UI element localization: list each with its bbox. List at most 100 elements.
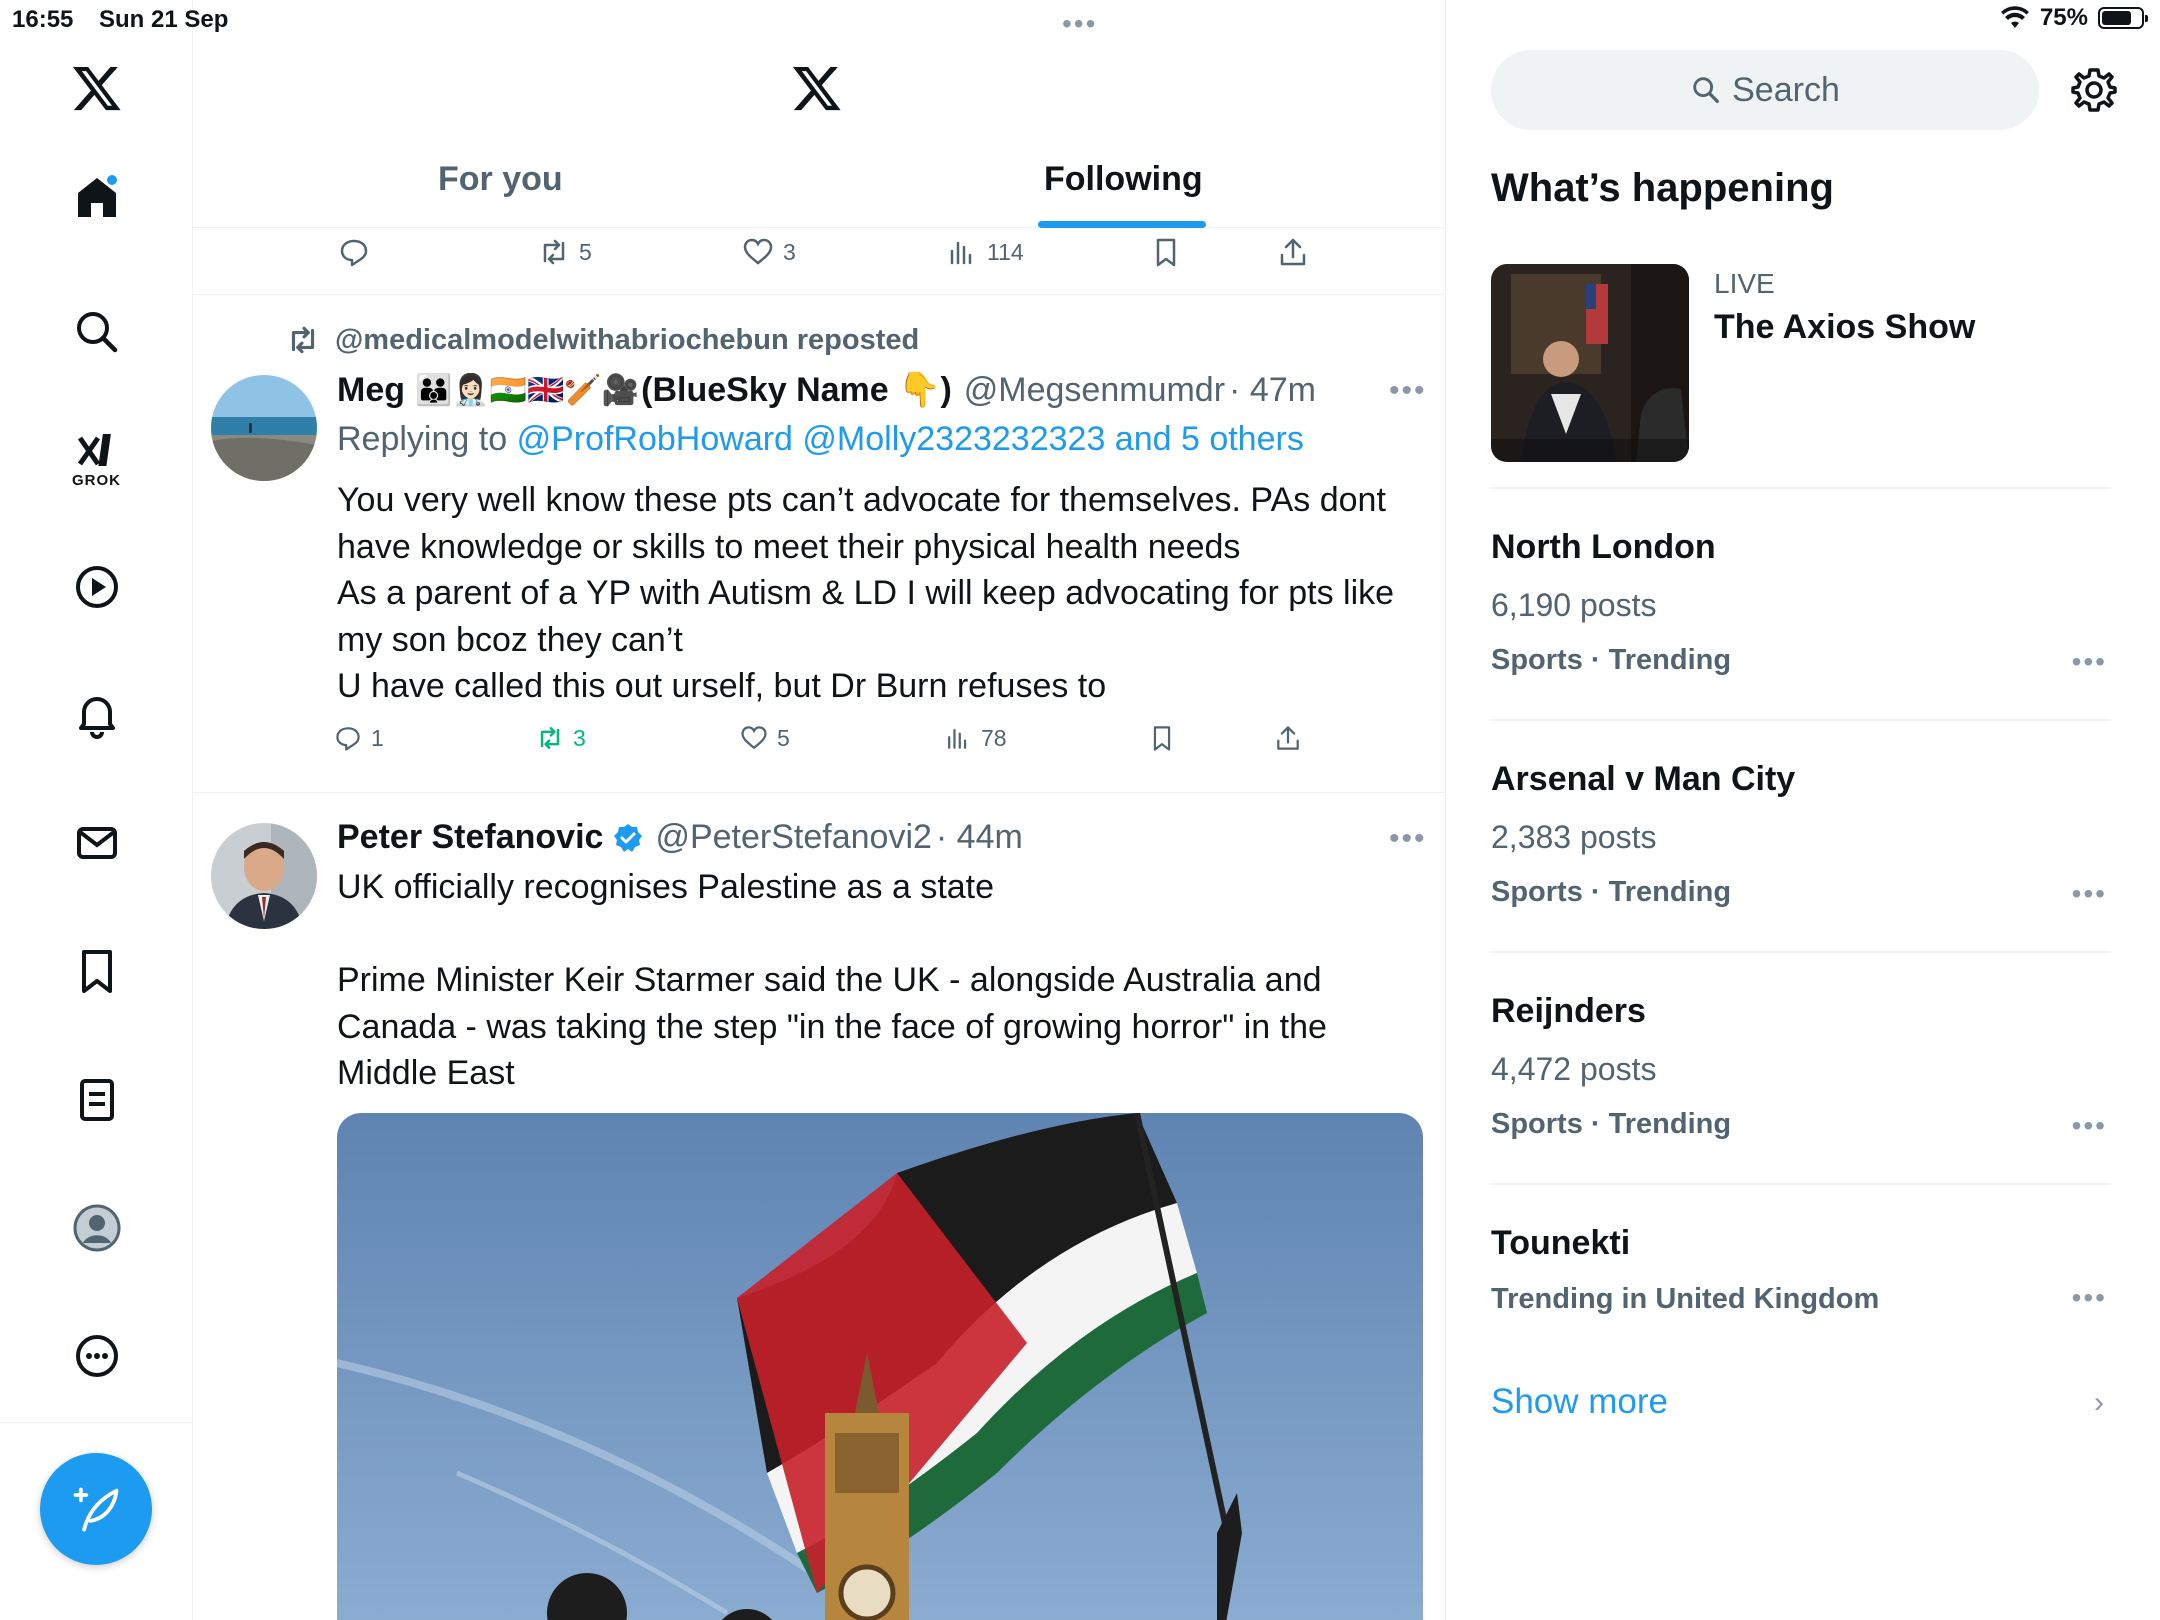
like-count: 3: [783, 238, 796, 265]
timeline: 5 3 114 @medicalmodelwithabriochebun rep…: [193, 0, 1446, 1620]
search-input[interactable]: Search: [1491, 50, 2039, 130]
live-video-thumbnail-image: [1491, 264, 1689, 462]
bookmark-button[interactable]: [1147, 723, 1177, 753]
search-icon: [76, 312, 117, 353]
status-right: 75%: [2000, 4, 2148, 32]
post-more-button[interactable]: •••: [1389, 822, 1427, 856]
nav-lists[interactable]: [0, 1075, 193, 1125]
left-navigation: GROK: [0, 0, 193, 1620]
post-line: You very well know these pts can’t advoc…: [337, 481, 1386, 519]
bookmark-icon: [1153, 726, 1171, 751]
bookmark-icon: [1156, 238, 1176, 267]
trend-title: Arsenal v Man City: [1491, 760, 1796, 798]
post-line: Middle East: [337, 1054, 515, 1092]
more-icon: [75, 1335, 118, 1377]
sidebar-divider: [1491, 1183, 2111, 1185]
repost-icon: [543, 239, 565, 265]
show-more-link[interactable]: Show more: [1491, 1382, 1668, 1422]
views-button[interactable]: 78: [943, 723, 1007, 753]
nav-explore[interactable]: [0, 307, 193, 357]
trend-posts: 6,190 posts: [1491, 587, 1657, 623]
status-bar: 16:55 Sun 21 Sep ••• 75%: [0, 0, 2160, 40]
repost-button[interactable]: 3: [535, 723, 586, 753]
x-logo-icon[interactable]: [791, 62, 843, 119]
post-body: You very well know these pts can’t advoc…: [337, 477, 1394, 710]
name-emojis: 🧑‍🧑‍🧒👩🏻‍⚕️🇮🇳🇬🇧🏏🎥: [415, 373, 640, 407]
trend-posts: 2,383 posts: [1491, 819, 1657, 855]
avatar-meg[interactable]: [211, 375, 317, 481]
trend-meta: Sports · Trending: [1491, 876, 1732, 908]
avatar-peter-stefanovic[interactable]: [211, 823, 317, 929]
author-name[interactable]: Peter Stefanovic: [337, 818, 603, 857]
post-header: Peter Stefanovic @PeterStefanovi2 · 44m: [337, 818, 1023, 857]
nav-more[interactable]: [0, 1331, 193, 1381]
post-line: UK officially recognises Palestine as a …: [337, 868, 995, 906]
nav-home[interactable]: [0, 172, 193, 222]
live-thumbnail[interactable]: [1491, 264, 1689, 462]
share-icon: [1277, 726, 1299, 750]
grok-label: GROK: [72, 472, 121, 489]
reply-button[interactable]: 1: [333, 723, 384, 753]
multitasking-dots-icon[interactable]: •••: [1062, 8, 1097, 40]
x-logo-icon[interactable]: [0, 62, 193, 114]
like-count: 5: [777, 724, 790, 751]
post-divider: [193, 792, 1445, 793]
right-sidebar: Search What’s happening LIVE The Axios S…: [1446, 0, 2160, 1620]
search-placeholder: Search: [1732, 70, 1840, 109]
grok-icon: [77, 434, 111, 466]
author-name[interactable]: Meg: [337, 371, 405, 410]
share-button[interactable]: [1273, 723, 1303, 753]
bookmarks-icon: [81, 950, 112, 993]
author-handle[interactable]: @Megsenmumdr: [964, 371, 1225, 410]
trend-meta: Trending in United Kingdom: [1491, 1283, 1880, 1315]
trend-more-button[interactable]: •••: [2072, 878, 2107, 910]
trend-item[interactable]: North London 6,190 posts Sports · Trendi…: [1491, 528, 2111, 677]
post-header: Meg 🧑‍🧑‍🧒👩🏻‍⚕️🇮🇳🇬🇧🏏🎥 (BlueSky Name 👇) @M…: [337, 370, 1316, 410]
gear-icon[interactable]: [2070, 66, 2118, 114]
post-time[interactable]: · 44m: [936, 818, 1023, 857]
battery-percent: 75%: [2039, 4, 2088, 31]
trend-item[interactable]: Tounekti Trending in United Kingdom •••: [1491, 1224, 2111, 1316]
repost-by-text: @medicalmodelwithabriochebun reposted: [335, 323, 920, 356]
post-line: U have called this out urself, but Dr Bu…: [337, 667, 1107, 705]
nav-grok[interactable]: GROK: [0, 426, 193, 489]
sidebar-divider: [1491, 487, 2111, 489]
post-media-image[interactable]: [337, 1113, 1423, 1620]
reply-button[interactable]: [337, 235, 371, 269]
like-button[interactable]: 3: [741, 235, 796, 269]
trend-more-button[interactable]: •••: [2072, 1282, 2107, 1314]
repost-count: 3: [573, 724, 586, 751]
profile-icon: [73, 1204, 120, 1252]
author-handle[interactable]: @PeterStefanovi2: [655, 818, 931, 857]
status-date: Sun 21 Sep: [99, 6, 229, 33]
repost-count: 5: [579, 238, 592, 265]
nav-messages[interactable]: [0, 818, 193, 868]
nav-notifications[interactable]: [0, 690, 193, 740]
trend-more-button[interactable]: •••: [2072, 646, 2107, 678]
trend-more-button[interactable]: •••: [2072, 1110, 2107, 1142]
repost-icon: [291, 326, 315, 354]
replying-prefix: Replying to: [337, 420, 508, 458]
bookmark-button[interactable]: [1149, 235, 1183, 269]
trend-item[interactable]: Arsenal v Man City 2,383 posts Sports · …: [1491, 760, 2111, 909]
repost-button[interactable]: 5: [537, 235, 592, 269]
compose-post-button[interactable]: [40, 1453, 152, 1565]
like-button[interactable]: 5: [739, 723, 790, 753]
sidebar-divider: [1491, 951, 2111, 953]
whats-happening-heading: What’s happening: [1491, 166, 1834, 210]
tab-following[interactable]: Following: [1044, 160, 1203, 199]
views-button[interactable]: 114: [945, 235, 1024, 269]
tab-for-you[interactable]: For you: [438, 160, 563, 199]
trend-title: Reijnders: [1491, 992, 1646, 1030]
replying-to-links[interactable]: @ProfRobHoward @Molly2323232323 and 5 ot…: [517, 420, 1304, 458]
live-title[interactable]: The Axios Show: [1714, 308, 1975, 347]
verified-badge-icon: [614, 823, 643, 852]
nav-video[interactable]: [0, 562, 193, 612]
nav-bookmarks[interactable]: [0, 946, 193, 996]
nav-profile[interactable]: [0, 1203, 193, 1253]
post-more-button[interactable]: •••: [1389, 374, 1427, 408]
post-time[interactable]: · 47m: [1229, 371, 1316, 410]
trend-item[interactable]: Reijnders 4,472 posts Sports · Trending …: [1491, 992, 2111, 1141]
share-button[interactable]: [1276, 235, 1310, 269]
beach-avatar-image: [211, 375, 317, 481]
